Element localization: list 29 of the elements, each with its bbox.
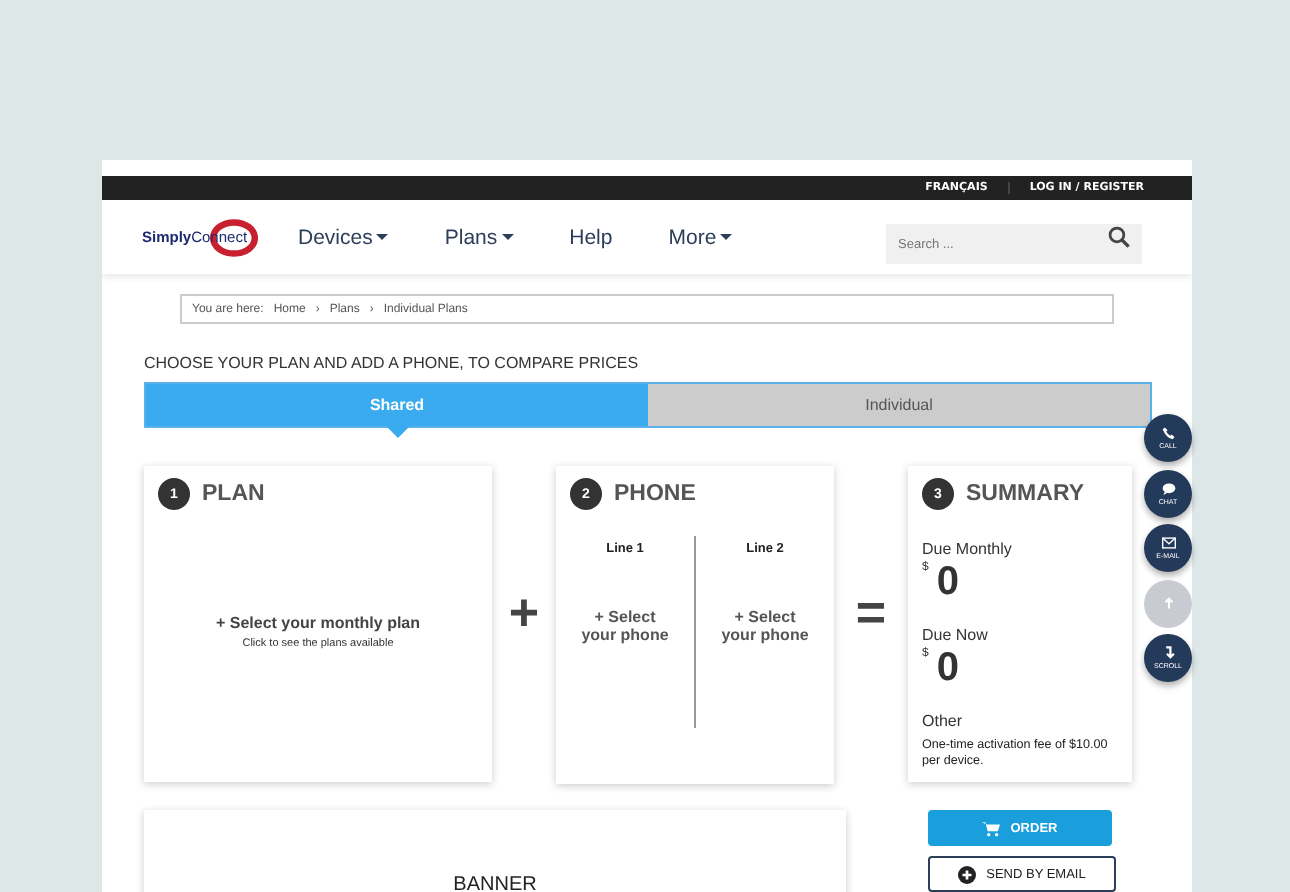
select-phone-link[interactable]: + Select your phone — [575, 608, 675, 644]
nav-item[interactable]: More — [668, 225, 733, 249]
nav-item[interactable]: Devices — [298, 225, 389, 249]
cart-icon — [982, 819, 1001, 837]
page-heading: CHOOSE YOUR PLAN AND ADD A PHONE, TO COMPARE PRICES — [144, 354, 641, 372]
tab[interactable]: Individual — [648, 384, 1150, 426]
other-label: Other — [922, 712, 965, 730]
search-icon[interactable] — [1108, 226, 1130, 248]
down-arrow-icon — [1161, 646, 1175, 660]
card-title: SUMMARY — [966, 482, 1084, 506]
phone-icon — [1161, 426, 1175, 440]
nav-item[interactable]: Help — [569, 225, 613, 249]
card-title: PLAN — [202, 482, 265, 506]
select-phone-link[interactable]: + Select your phone — [715, 608, 815, 644]
equals-sign: = — [853, 582, 889, 644]
price-amount: 0 — [936, 644, 959, 692]
due-now-label: Due Now — [922, 626, 990, 644]
price-amount: 0 — [936, 558, 959, 606]
envelope-icon — [1161, 536, 1175, 550]
plus-sign: + — [506, 582, 542, 644]
up-arrow-icon — [1161, 596, 1175, 610]
banner-label: BANNER — [453, 874, 537, 892]
select-plan-link[interactable]: + Select your monthly plan — [215, 614, 421, 632]
nav-item[interactable]: Plans — [444, 225, 514, 249]
due-monthly-label: Due Monthly — [922, 540, 1014, 558]
tab-pointer-icon — [385, 426, 409, 438]
speech-bubble-icon — [1161, 481, 1175, 495]
plus-circle-icon — [958, 865, 977, 883]
card-title: PHONE — [614, 482, 696, 506]
